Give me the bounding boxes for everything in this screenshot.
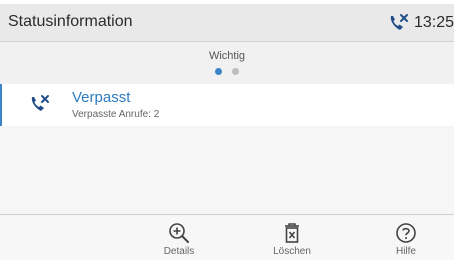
details-button[interactable]: Details xyxy=(139,215,219,261)
delete-label: Löschen xyxy=(273,246,311,257)
help-button[interactable]: Hilfe xyxy=(366,215,446,261)
missed-call-icon xyxy=(390,14,408,30)
bottom-toolbar: Details Löschen Hilfe xyxy=(0,214,454,260)
status-area: 13:25 xyxy=(388,12,454,34)
page-title: Statusinformation xyxy=(8,13,133,30)
trash-icon xyxy=(285,223,299,243)
list-item-missed-calls[interactable]: Verpasst Verpasste Anrufe: 2 xyxy=(0,84,454,126)
zoom-in-icon xyxy=(169,223,189,243)
page-dot[interactable] xyxy=(232,68,239,75)
delete-button[interactable]: Löschen xyxy=(252,215,332,261)
section-indicator: Wichtig xyxy=(0,42,454,84)
status-list: Verpasst Verpasste Anrufe: 2 xyxy=(0,84,454,214)
list-item-title: Verpasst xyxy=(72,89,131,106)
page-dots xyxy=(0,68,454,75)
clock: 13:25 xyxy=(413,14,454,31)
section-label: Wichtig xyxy=(208,50,246,62)
help-icon xyxy=(396,223,416,243)
help-label: Hilfe xyxy=(395,246,416,257)
list-item-subtitle: Verpasste Anrufe: 2 xyxy=(72,109,160,120)
missed-call-icon xyxy=(29,94,51,119)
header-bar: Statusinformation 13:25 xyxy=(0,4,454,42)
page-dot-active[interactable] xyxy=(215,68,222,75)
details-label: Details xyxy=(163,246,195,257)
